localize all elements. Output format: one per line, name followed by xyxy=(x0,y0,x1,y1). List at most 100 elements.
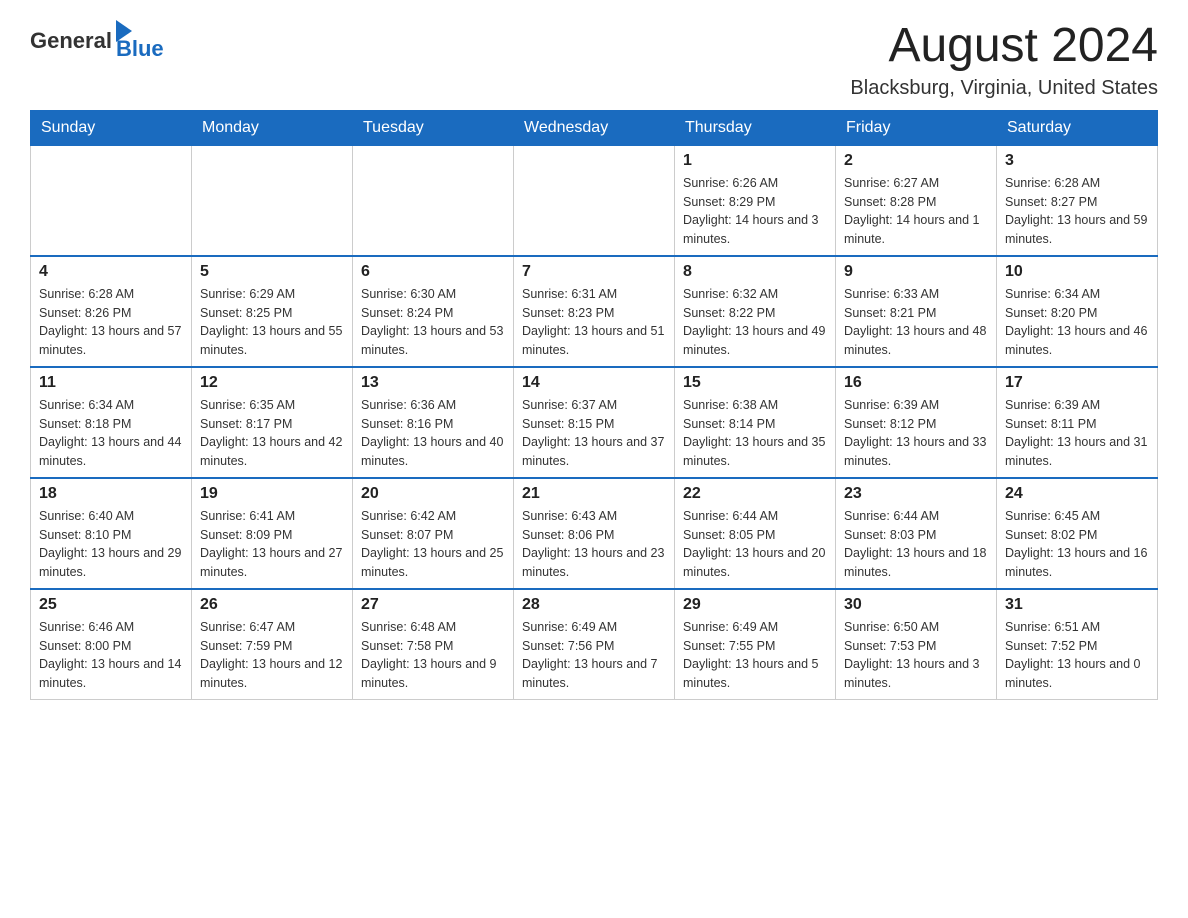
day-info: Sunrise: 6:31 AMSunset: 8:23 PMDaylight:… xyxy=(522,285,666,360)
calendar-week-row: 4 Sunrise: 6:28 AMSunset: 8:26 PMDaylight… xyxy=(31,256,1158,367)
day-info: Sunrise: 6:40 AMSunset: 8:10 PMDaylight:… xyxy=(39,507,183,582)
calendar-cell: 13Sunrise: 6:36 AMSunset: 8:16 PMDayligh… xyxy=(353,367,514,478)
day-number: 21 xyxy=(522,485,666,503)
day-number: 18 xyxy=(39,485,183,503)
day-info: Sunrise: 6:27 AMSunset: 8:28 PMDaylight:… xyxy=(844,174,988,249)
day-info: Sunrise: 6:41 AMSunset: 8:09 PMDaylight:… xyxy=(200,507,344,582)
day-number: 9 xyxy=(844,263,988,281)
day-number: 14 xyxy=(522,374,666,392)
day-info: Sunrise: 6:46 AMSunset: 8:00 PMDaylight:… xyxy=(39,618,183,693)
day-number: 11 xyxy=(39,374,183,392)
calendar-cell: 4 Sunrise: 6:28 AMSunset: 8:26 PMDaylight… xyxy=(31,256,192,367)
calendar-cell: 12Sunrise: 6:35 AMSunset: 8:17 PMDayligh… xyxy=(192,367,353,478)
day-number: 4 xyxy=(39,263,183,281)
day-number: 2 xyxy=(844,152,988,170)
day-number: 13 xyxy=(361,374,505,392)
day-number: 25 xyxy=(39,596,183,614)
calendar-cell: 28 Sunrise: 6:49 AMSunset: 7:56 PMDayligh… xyxy=(514,589,675,700)
day-number: 28 xyxy=(522,596,666,614)
calendar-cell: 31 Sunrise: 6:51 AMSunset: 7:52 PMDayligh… xyxy=(997,589,1158,700)
day-info: Sunrise: 6:32 AMSunset: 8:22 PMDaylight:… xyxy=(683,285,827,360)
day-number: 15 xyxy=(683,374,827,392)
day-info: Sunrise: 6:28 AMSunset: 8:26 PMDaylight:… xyxy=(39,285,183,360)
calendar-cell xyxy=(31,145,192,256)
day-number: 19 xyxy=(200,485,344,503)
calendar-week-row: 18 Sunrise: 6:40 AMSunset: 8:10 PMDayligh… xyxy=(31,478,1158,589)
calendar-header-friday: Friday xyxy=(836,110,997,145)
calendar-header-saturday: Saturday xyxy=(997,110,1158,145)
calendar-cell: 19 Sunrise: 6:41 AMSunset: 8:09 PMDayligh… xyxy=(192,478,353,589)
month-title: August 2024 xyxy=(850,20,1158,73)
calendar-header-monday: Monday xyxy=(192,110,353,145)
logo-blue-label: Blue xyxy=(116,36,164,62)
calendar-cell: 17 Sunrise: 6:39 AMSunset: 8:11 PMDayligh… xyxy=(997,367,1158,478)
calendar-cell xyxy=(353,145,514,256)
day-info: Sunrise: 6:48 AMSunset: 7:58 PMDaylight:… xyxy=(361,618,505,693)
calendar-cell: 7 Sunrise: 6:31 AMSunset: 8:23 PMDaylight… xyxy=(514,256,675,367)
calendar-cell: 2 Sunrise: 6:27 AMSunset: 8:28 PMDaylight… xyxy=(836,145,997,256)
day-number: 1 xyxy=(683,152,827,170)
day-number: 23 xyxy=(844,485,988,503)
calendar-week-row: 11 Sunrise: 6:34 AMSunset: 8:18 PMDayligh… xyxy=(31,367,1158,478)
calendar-cell xyxy=(192,145,353,256)
day-number: 12 xyxy=(200,374,344,392)
day-info: Sunrise: 6:47 AMSunset: 7:59 PMDaylight:… xyxy=(200,618,344,693)
calendar-cell: 1Sunrise: 6:26 AMSunset: 8:29 PMDaylight… xyxy=(675,145,836,256)
day-info: Sunrise: 6:39 AMSunset: 8:11 PMDaylight:… xyxy=(1005,396,1149,471)
day-info: Sunrise: 6:49 AMSunset: 7:56 PMDaylight:… xyxy=(522,618,666,693)
day-info: Sunrise: 6:45 AMSunset: 8:02 PMDaylight:… xyxy=(1005,507,1149,582)
calendar-cell: 21 Sunrise: 6:43 AMSunset: 8:06 PMDayligh… xyxy=(514,478,675,589)
day-number: 6 xyxy=(361,263,505,281)
day-info: Sunrise: 6:30 AMSunset: 8:24 PMDaylight:… xyxy=(361,285,505,360)
day-number: 30 xyxy=(844,596,988,614)
calendar-cell: 10 Sunrise: 6:34 AMSunset: 8:20 PMDayligh… xyxy=(997,256,1158,367)
calendar-cell: 22 Sunrise: 6:44 AMSunset: 8:05 PMDayligh… xyxy=(675,478,836,589)
calendar-cell: 20Sunrise: 6:42 AMSunset: 8:07 PMDayligh… xyxy=(353,478,514,589)
calendar-cell: 24 Sunrise: 6:45 AMSunset: 8:02 PMDayligh… xyxy=(997,478,1158,589)
calendar-cell: 26 Sunrise: 6:47 AMSunset: 7:59 PMDayligh… xyxy=(192,589,353,700)
calendar-header-thursday: Thursday xyxy=(675,110,836,145)
day-info: Sunrise: 6:34 AMSunset: 8:20 PMDaylight:… xyxy=(1005,285,1149,360)
calendar-header-row: SundayMondayTuesdayWednesdayThursdayFrid… xyxy=(31,110,1158,145)
day-number: 31 xyxy=(1005,596,1149,614)
title-block: August 2024 Blacksburg, Virginia, United… xyxy=(850,20,1158,100)
day-number: 17 xyxy=(1005,374,1149,392)
calendar-cell: 11 Sunrise: 6:34 AMSunset: 8:18 PMDayligh… xyxy=(31,367,192,478)
day-number: 7 xyxy=(522,263,666,281)
day-info: Sunrise: 6:44 AMSunset: 8:05 PMDaylight:… xyxy=(683,507,827,582)
calendar-cell: 16 Sunrise: 6:39 AMSunset: 8:12 PMDayligh… xyxy=(836,367,997,478)
calendar-cell: 27 Sunrise: 6:48 AMSunset: 7:58 PMDayligh… xyxy=(353,589,514,700)
logo-general-text: General xyxy=(30,28,112,54)
calendar-cell: 6 Sunrise: 6:30 AMSunset: 8:24 PMDaylight… xyxy=(353,256,514,367)
calendar-table: SundayMondayTuesdayWednesdayThursdayFrid… xyxy=(30,110,1158,700)
day-number: 5 xyxy=(200,263,344,281)
day-number: 16 xyxy=(844,374,988,392)
day-number: 8 xyxy=(683,263,827,281)
calendar-header-tuesday: Tuesday xyxy=(353,110,514,145)
day-number: 27 xyxy=(361,596,505,614)
day-info: Sunrise: 6:51 AMSunset: 7:52 PMDaylight:… xyxy=(1005,618,1149,693)
calendar-cell: 5 Sunrise: 6:29 AMSunset: 8:25 PMDaylight… xyxy=(192,256,353,367)
location-subtitle: Blacksburg, Virginia, United States xyxy=(850,77,1158,100)
day-info: Sunrise: 6:39 AMSunset: 8:12 PMDaylight:… xyxy=(844,396,988,471)
day-info: Sunrise: 6:34 AMSunset: 8:18 PMDaylight:… xyxy=(39,396,183,471)
calendar-cell: 3 Sunrise: 6:28 AMSunset: 8:27 PMDaylight… xyxy=(997,145,1158,256)
day-info: Sunrise: 6:50 AMSunset: 7:53 PMDaylight:… xyxy=(844,618,988,693)
day-info: Sunrise: 6:49 AMSunset: 7:55 PMDaylight:… xyxy=(683,618,827,693)
day-info: Sunrise: 6:38 AMSunset: 8:14 PMDaylight:… xyxy=(683,396,827,471)
day-number: 3 xyxy=(1005,152,1149,170)
day-info: Sunrise: 6:37 AMSunset: 8:15 PMDaylight:… xyxy=(522,396,666,471)
day-info: Sunrise: 6:29 AMSunset: 8:25 PMDaylight:… xyxy=(200,285,344,360)
calendar-cell: 15 Sunrise: 6:38 AMSunset: 8:14 PMDayligh… xyxy=(675,367,836,478)
day-number: 24 xyxy=(1005,485,1149,503)
day-info: Sunrise: 6:43 AMSunset: 8:06 PMDaylight:… xyxy=(522,507,666,582)
day-number: 10 xyxy=(1005,263,1149,281)
day-number: 22 xyxy=(683,485,827,503)
day-info: Sunrise: 6:28 AMSunset: 8:27 PMDaylight:… xyxy=(1005,174,1149,249)
calendar-header-wednesday: Wednesday xyxy=(514,110,675,145)
calendar-cell xyxy=(514,145,675,256)
page-header: General Blue August 2024 Blacksburg, Vir… xyxy=(30,20,1158,100)
day-number: 26 xyxy=(200,596,344,614)
calendar-cell: 29Sunrise: 6:49 AMSunset: 7:55 PMDayligh… xyxy=(675,589,836,700)
calendar-cell: 23Sunrise: 6:44 AMSunset: 8:03 PMDayligh… xyxy=(836,478,997,589)
